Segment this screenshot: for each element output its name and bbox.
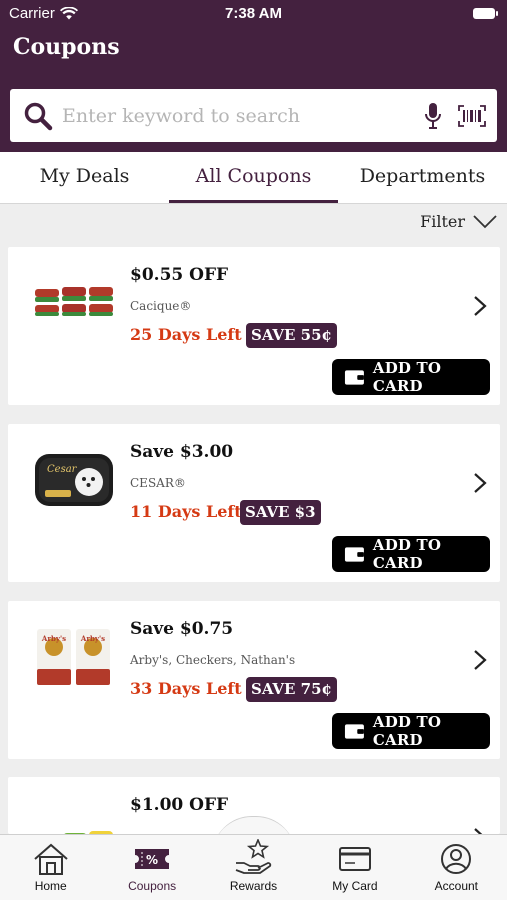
home-icon — [34, 843, 68, 875]
page-title: Coupons — [13, 34, 120, 60]
add-to-card-button[interactable]: ADD TO CARD — [332, 536, 490, 572]
nav-rewards-label: Rewards — [229, 879, 278, 893]
status-time: 7:38 AM — [225, 5, 282, 22]
search-bar — [10, 89, 497, 142]
coupon-brand: Cacique® — [130, 299, 192, 313]
tab-my-deals[interactable]: My Deals — [0, 152, 169, 203]
tab-all-coupons[interactable]: All Coupons — [169, 152, 338, 203]
coupon-offer: Save $3.00 — [130, 442, 234, 462]
product-image: Cesar — [30, 436, 118, 524]
search-icon[interactable] — [16, 94, 60, 138]
add-to-card-label: ADD TO CARD — [372, 713, 442, 749]
coupon-card[interactable]: $0.55 OFF Cacique® 25 Days Left SAVE 55¢… — [8, 247, 500, 405]
chevron-right-icon[interactable] — [472, 472, 488, 494]
nav-account[interactable]: Account — [406, 835, 507, 900]
add-to-card-button[interactable]: ADD TO CARD — [332, 359, 490, 395]
account-icon — [441, 844, 472, 874]
rewards-icon — [235, 839, 271, 874]
bottom-navigation: Home % Coupons Rewards My Card Account — [0, 834, 507, 900]
save-badge: SAVE $3 — [240, 500, 321, 525]
nav-coupons[interactable]: % Coupons — [101, 835, 202, 900]
add-to-card-label: ADD TO CARD — [372, 536, 442, 572]
filter-label: Filter — [420, 212, 465, 231]
days-left: 25 Days Left — [130, 325, 242, 344]
nav-account-label: Account — [434, 879, 478, 893]
coupon-tabs: My Deals All Coupons Departments — [0, 152, 507, 204]
coupon-offer: $0.55 OFF — [130, 265, 229, 285]
svg-text:Arby's: Arby's — [41, 634, 66, 643]
chevron-right-icon[interactable] — [472, 827, 488, 834]
svg-text:Cesar: Cesar — [47, 464, 78, 475]
microphone-icon[interactable] — [415, 94, 451, 138]
coupon-icon: % — [135, 849, 170, 869]
coupon-brand: Arby's, Checkers, Nathan's — [130, 653, 296, 667]
wallet-icon — [344, 547, 364, 562]
svg-text:%: % — [146, 853, 158, 867]
product-image — [30, 259, 118, 347]
chevron-down-icon — [473, 214, 497, 228]
coupon-offer: $1.00 OFF — [130, 795, 229, 815]
svg-text:Arby's: Arby's — [80, 634, 105, 643]
chevron-right-icon[interactable] — [472, 649, 488, 671]
wallet-icon — [344, 724, 364, 739]
search-input[interactable] — [62, 104, 415, 127]
nav-my-card-label: My Card — [332, 879, 378, 893]
add-to-card-button[interactable]: ADD TO CARD — [332, 713, 490, 749]
card-icon — [338, 847, 371, 871]
wallet-icon — [344, 370, 364, 385]
coupon-card[interactable]: Cesar Save $3.00 CESAR® 11 Days Left SAV… — [8, 424, 500, 582]
product-image — [30, 803, 118, 834]
nav-rewards[interactable]: Rewards — [203, 835, 304, 900]
chevron-right-icon[interactable] — [472, 295, 488, 317]
app-header: Carrier 7:38 AM Coupons — [0, 0, 507, 152]
barcode-scan-icon[interactable] — [451, 94, 493, 138]
save-badge: SAVE 55¢ — [246, 323, 337, 348]
add-to-card-label: ADD TO CARD — [372, 359, 442, 395]
coupon-brand: CESAR® — [130, 476, 186, 490]
nav-coupons-label: Coupons — [128, 879, 177, 893]
status-bar: Carrier 7:38 AM — [0, 0, 507, 28]
nav-home-label: Home — [34, 879, 67, 893]
battery-icon — [473, 8, 498, 19]
nav-my-card[interactable]: My Card — [304, 835, 405, 900]
coupon-offer: Save $0.75 — [130, 619, 234, 639]
filter-button[interactable]: Filter — [420, 212, 497, 231]
save-badge: SAVE 75¢ — [246, 677, 337, 702]
product-image: Arby's Arby's — [30, 613, 118, 701]
nav-home[interactable]: Home — [0, 835, 101, 900]
days-left: 11 Days Left — [130, 502, 242, 521]
tab-departments[interactable]: Departments — [338, 152, 507, 203]
coupon-card[interactable]: Arby's Arby's Save $0.75 Arby's, Checker… — [8, 601, 500, 759]
days-left: 33 Days Left — [130, 679, 242, 698]
